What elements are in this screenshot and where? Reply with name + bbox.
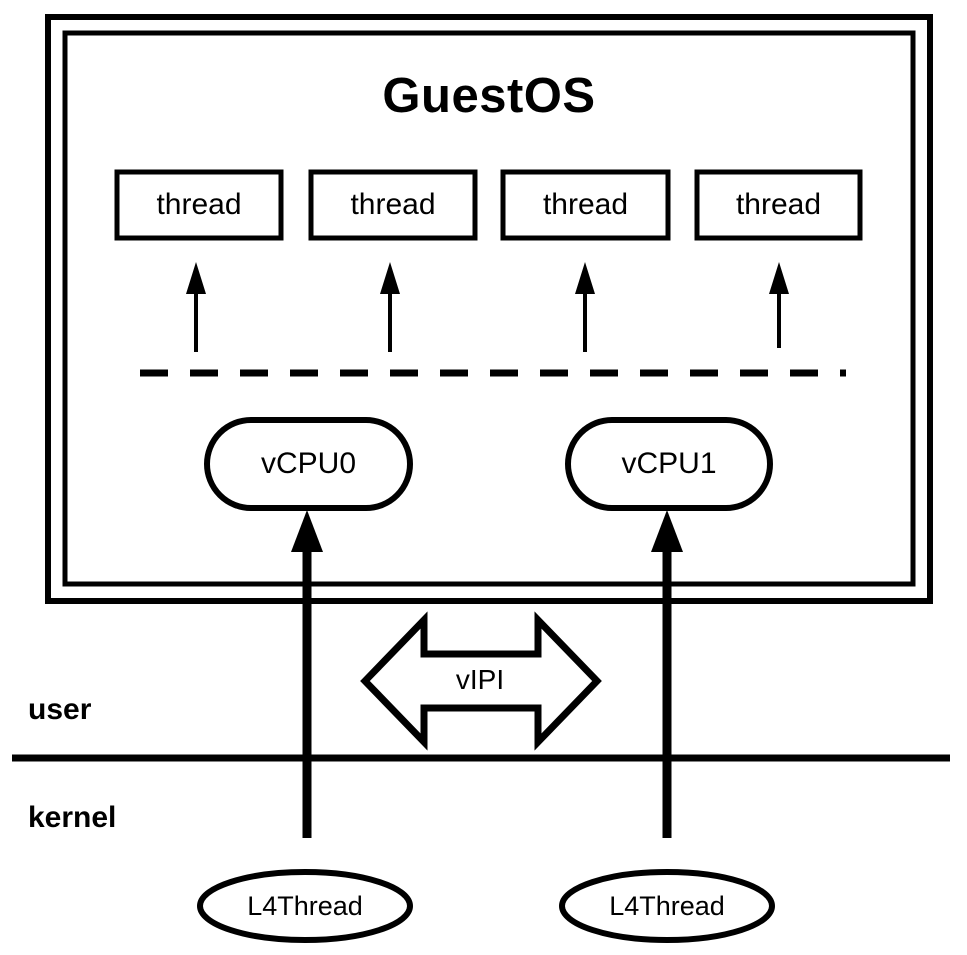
thread-arrow-3 — [575, 262, 595, 352]
diagram-canvas: GuestOS thread thread thread thread vCPU… — [0, 0, 967, 955]
thread-arrow-1 — [186, 262, 206, 352]
thread-label-1: thread — [156, 188, 242, 221]
vipi-label: vIPI — [455, 664, 505, 695]
thread-arrow-4 — [769, 262, 789, 348]
l4thread-label-2: L4Thread — [609, 890, 725, 921]
kernel-space-label: kernel — [28, 801, 117, 834]
thread-arrow-2 — [380, 262, 400, 352]
vcpu1-label: vCPU1 — [621, 447, 717, 480]
l4thread-to-vcpu0-arrow — [291, 510, 323, 838]
l4thread-label-1: L4Thread — [247, 890, 363, 921]
vcpu0-label: vCPU0 — [260, 447, 357, 480]
thread-label-2: thread — [350, 188, 436, 221]
user-space-label: user — [28, 693, 92, 726]
diagram-vector-layer — [12, 14, 950, 943]
l4thread-to-vcpu1-arrow — [651, 510, 683, 838]
page-title: GuestOS — [382, 68, 596, 123]
thread-label-3: thread — [542, 188, 629, 221]
thread-label-4: thread — [735, 188, 822, 221]
